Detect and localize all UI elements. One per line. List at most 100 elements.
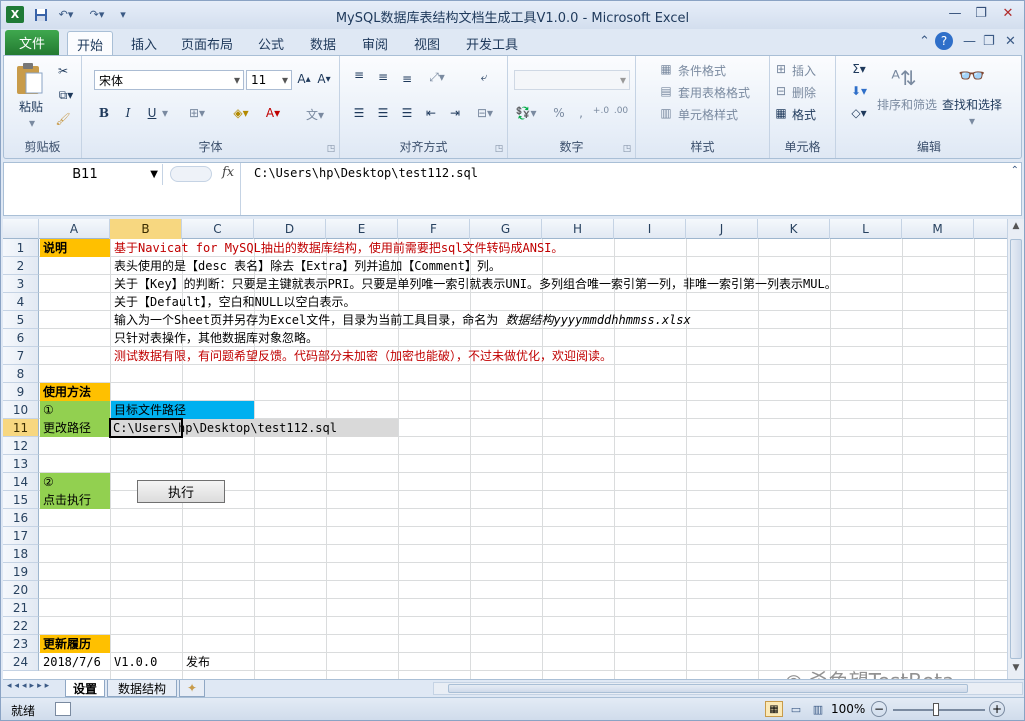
cell-b7[interactable]: 测试数据有限，有问题希望反馈。代码部分未加密（加密也能破），不过未做优化，欢迎阅… [111,347,612,365]
dialog-launcher-icon[interactable]: ◳ [495,144,504,154]
zoom-out-icon[interactable]: − [871,701,887,717]
row-header[interactable]: 13 [3,455,39,473]
decrease-indent-icon[interactable]: ⇤ [422,106,440,120]
column-header[interactable]: K [758,219,830,239]
row-header[interactable]: 18 [3,545,39,563]
column-header[interactable]: G [470,219,542,239]
row-header[interactable]: 1 [3,239,39,257]
row-header[interactable]: 6 [3,329,39,347]
cut-icon[interactable]: ✂ [54,64,72,78]
cell-b6[interactable]: 只针对表操作，其他数据库对象忽略。 [111,329,318,347]
wrap-text-icon[interactable]: ⤶ [474,70,494,85]
column-header[interactable]: M [902,219,974,239]
font-name-combo[interactable]: 宋体 ▾ [94,70,244,90]
clear-icon[interactable]: ◇▾ [846,106,872,120]
cell-a10[interactable]: ① [40,401,110,419]
find-select-button[interactable]: 查找和选择 [940,96,1004,113]
zoom-slider-thumb[interactable] [933,703,939,716]
scroll-up-icon[interactable]: ▲ [1010,221,1022,235]
zoom-level[interactable]: 100% [831,702,865,716]
row-header[interactable]: 24 [3,653,39,671]
column-header[interactable]: D [254,219,326,239]
dialog-launcher-icon[interactable]: ◳ [327,144,336,154]
copy-icon[interactable]: ⧉▾ [54,88,78,103]
execute-button[interactable]: 执行 [137,480,225,503]
decrease-decimal-icon[interactable]: .00 [612,106,630,116]
currency-icon[interactable]: 💱▾ [514,106,538,120]
column-header[interactable]: B [110,219,182,239]
underline-button[interactable]: U [144,106,160,120]
column-header[interactable]: F [398,219,470,239]
align-top-icon[interactable]: ≡ [350,68,368,82]
percent-icon[interactable]: % [550,106,568,120]
cell-b24[interactable]: V1.0.0 [111,653,157,671]
tab-home[interactable]: 开始 [67,31,113,56]
row-header[interactable]: 15 [3,491,39,509]
row-header[interactable]: 4 [3,293,39,311]
bold-button[interactable]: B [96,106,112,120]
row-header[interactable]: 20 [3,581,39,599]
increase-indent-icon[interactable]: ⇥ [446,106,464,120]
align-left-icon[interactable]: ☰ [350,106,368,120]
autosum-icon[interactable]: Σ▾ [846,62,872,76]
tab-page-layout[interactable]: 页面布局 [181,34,233,53]
cell-a15[interactable]: 点击执行 [40,491,110,509]
tab-view[interactable]: 视图 [414,34,440,53]
cell-a24[interactable]: 2018/7/6 [40,653,101,671]
delete-cells-button[interactable]: 删除 [792,84,816,101]
italic-button[interactable]: I [120,106,136,120]
increase-decimal-icon[interactable]: +.0 [592,106,610,116]
vertical-scrollbar[interactable]: ▲ ▼ [1007,219,1024,679]
font-color-icon[interactable]: A▾ [260,106,286,120]
column-header[interactable]: J [686,219,758,239]
new-sheet-icon[interactable]: ✦ [179,680,205,697]
insert-cells-button[interactable]: 插入 [792,62,816,79]
formula-content[interactable]: C:\Users\hp\Desktop\test112.sql [254,166,478,180]
page-layout-view-icon[interactable]: ▭ [787,701,805,717]
cell-styles-button[interactable]: 单元格样式 [678,106,738,123]
sort-filter-icon[interactable]: ᴬ⇅ [886,62,922,94]
format-as-table-icon[interactable]: ▤ [658,84,674,98]
row-header[interactable]: 14 [3,473,39,491]
row-header[interactable]: 2 [3,257,39,275]
row-header[interactable]: 22 [3,617,39,635]
font-size-combo[interactable]: 11 ▾ [246,70,292,90]
row-header[interactable]: 9 [3,383,39,401]
row-header[interactable]: 12 [3,437,39,455]
dialog-launcher-icon[interactable]: ◳ [623,144,632,154]
row-header[interactable]: 16 [3,509,39,527]
row-header[interactable]: 8 [3,365,39,383]
sheet-tab-data-structure[interactable]: 数据结构 [107,680,177,697]
cell-a23[interactable]: 更新履历 [40,635,110,653]
tab-formulas[interactable]: 公式 [258,34,284,53]
cell-b4[interactable]: 关于【Default】，空白和NULL以空白表示。 [111,293,355,311]
column-header[interactable]: L [830,219,902,239]
orientation-icon[interactable]: ⤢▾ [424,70,450,85]
h-scroll-thumb[interactable] [448,684,968,693]
column-header[interactable]: H [542,219,614,239]
format-painter-icon[interactable]: 🖌 [54,112,72,126]
normal-view-icon[interactable]: ▦ [765,701,783,717]
name-box[interactable]: B11 ▼ [8,164,163,185]
grow-font-icon[interactable]: A ▴ [296,72,312,86]
wb-restore-icon[interactable]: ❐ [983,34,995,49]
cell-b5[interactable]: 输入为一个Sheet页并另存为Excel文件，目录为当前工具目录，命名为 数据结… [111,311,691,329]
insert-function-icon[interactable]: fx [222,165,234,180]
number-format-combo[interactable]: ▾ [514,70,630,90]
tab-insert[interactable]: 插入 [131,34,157,53]
align-center-icon[interactable]: ☰ [374,106,392,120]
paste-icon[interactable] [12,60,46,98]
find-dropdown-icon[interactable]: ▾ [962,114,982,128]
minimize-icon[interactable]: — [944,4,966,22]
page-break-view-icon[interactable]: ▥ [809,701,827,717]
help-icon[interactable]: ? [935,32,953,50]
cell-b3[interactable]: 关于【Key】的判断：只要是主键就表示PRI。只要是单列唯一索引就表示UNI。多… [111,275,1007,293]
borders-icon[interactable]: ⊞▾ [184,106,210,120]
collapse-formula-bar-icon[interactable]: ⌃ [1011,165,1019,176]
zoom-in-icon[interactable]: + [989,701,1005,717]
merge-center-icon[interactable]: ⊟▾ [472,106,498,120]
cell-b2[interactable]: 表头使用的是【desc 表名】除去【Extra】列并追加【Comment】列。 [111,257,501,275]
column-header[interactable]: A [39,219,110,239]
paste-button[interactable]: 粘贴 [14,98,48,115]
worksheet-grid[interactable]: A B C D E F G H I J K L M 1 2 3 4 5 6 7 … [3,219,1007,679]
